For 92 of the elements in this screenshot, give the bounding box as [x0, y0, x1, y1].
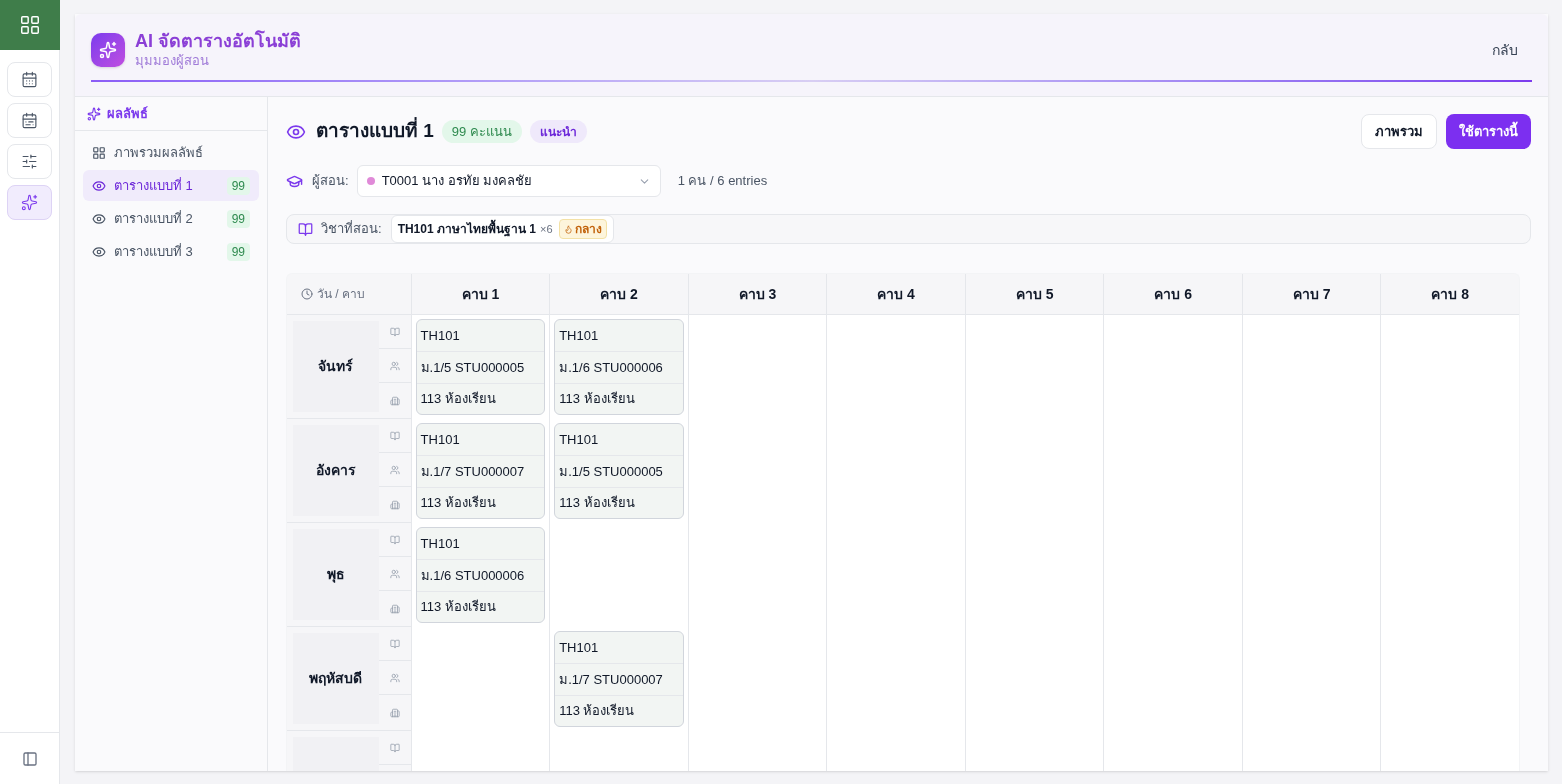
- book-icon: [389, 430, 400, 441]
- class-group: ม.1/6 STU000006: [555, 352, 683, 384]
- apps-button[interactable]: [0, 0, 60, 50]
- lesson-card[interactable]: TH101 ม.1/6 STU000006 113 ห้องเรียน: [415, 527, 546, 623]
- lesson-card[interactable]: TH101 ม.1/7 STU000007 113 ห้องเรียน: [415, 423, 546, 519]
- book-icon: [298, 221, 313, 237]
- period-header: คาบ 1: [410, 274, 550, 314]
- difficulty-tag: กลาง: [558, 219, 607, 239]
- rail-button[interactable]: [7, 185, 52, 220]
- score-badge: 99: [226, 209, 250, 228]
- overview-button[interactable]: ภาพรวม: [1361, 114, 1437, 149]
- clock-icon: [301, 288, 313, 300]
- day-label: พฤหัสบดี: [293, 633, 379, 724]
- building-icon: [389, 707, 400, 718]
- subject-code: TH101: [416, 528, 545, 560]
- lesson-card[interactable]: TH101 ม.1/5 STU000005 113 ห้องเรียน: [415, 319, 546, 415]
- class-group: ม.1/6 STU000006: [416, 560, 545, 592]
- app-subtitle: มุมมองผู้สอน: [135, 52, 210, 70]
- room-label: 113 ห้องเรียน: [419, 598, 497, 617]
- day-label: อังคาร: [293, 425, 379, 516]
- period-header: คาบ 6: [1103, 274, 1242, 314]
- room-label: 113 ห้องเรียน: [558, 390, 636, 409]
- flame-icon: [563, 224, 573, 234]
- sidebar-item[interactable]: ตารางแบบที่ 2 99: [83, 203, 259, 234]
- class-group: ม.1/5 STU000005: [416, 352, 545, 384]
- rail-button[interactable]: [7, 62, 52, 97]
- period-header: คาบ 3: [687, 274, 827, 314]
- lesson-card[interactable]: TH101 ม.1/7 STU000007 113 ห้องเรียน: [554, 631, 684, 727]
- sidebar-item[interactable]: ภาพรวมผลลัพธ์: [83, 137, 259, 168]
- day-label: พุธ: [293, 529, 379, 620]
- score-badge: 99 คะแนน: [441, 120, 522, 143]
- schedule-title: ตารางแบบที่ 1: [316, 117, 434, 146]
- score-badge: 99: [226, 176, 250, 195]
- book-icon: [389, 534, 400, 545]
- book-icon: [389, 638, 400, 649]
- subject-code: TH101: [416, 424, 545, 456]
- sparkles-logo-icon: [91, 33, 125, 67]
- sidebar-heading: ผลลัพธ์: [107, 104, 148, 123]
- app-title: AI จัดตารางอัตโนมัติ: [135, 30, 301, 52]
- building-icon: [389, 395, 400, 406]
- grid-icon: [18, 14, 41, 36]
- class-group: ม.1/7 STU000007: [555, 664, 683, 696]
- subject-code: TH101: [555, 424, 683, 456]
- grid-icon: [92, 145, 106, 160]
- sparkles-icon: [87, 106, 101, 121]
- eye-icon: [92, 244, 106, 259]
- book-icon: [389, 326, 400, 337]
- use-schedule-button[interactable]: ใช้ตารางนี้: [1446, 114, 1531, 149]
- subject-code: TH101: [555, 320, 683, 352]
- entries-count: 1 คน / 6 entries: [677, 172, 768, 191]
- room-label: 113 ห้องเรียน: [558, 702, 636, 721]
- period-header: คาบ 4: [826, 274, 965, 314]
- users-icon: [389, 568, 400, 579]
- period-header: คาบ 7: [1241, 274, 1381, 314]
- eye-icon: [92, 178, 106, 193]
- users-icon: [389, 360, 400, 371]
- sidebar-item[interactable]: ตารางแบบที่ 3 99: [83, 236, 259, 267]
- calendar-icon: [21, 112, 38, 129]
- subject-code: TH101: [416, 320, 545, 352]
- rail-button[interactable]: [7, 144, 52, 179]
- teacher-label: ผู้สอน:: [312, 172, 349, 191]
- room-label: 113 ห้องเรียน: [419, 390, 497, 409]
- sidebar-toggle-icon[interactable]: [21, 750, 38, 767]
- rail-button[interactable]: [7, 103, 52, 138]
- building-icon: [389, 499, 400, 510]
- room-label: 113 ห้องเรียน: [558, 494, 636, 513]
- eye-icon: [92, 211, 106, 226]
- users-icon: [389, 672, 400, 683]
- period-header: คาบ 8: [1380, 274, 1519, 314]
- class-group: ม.1/7 STU000007: [416, 456, 545, 488]
- building-icon: [389, 603, 400, 614]
- back-button[interactable]: กลับ: [1492, 39, 1518, 61]
- subject-chip: TH101 ภาษาไทยพื้นฐาน 1 ×6 กลาง: [390, 215, 614, 243]
- score-badge: 99: [226, 242, 250, 261]
- period-header: คาบ 5: [964, 274, 1104, 314]
- subject-code: TH101: [555, 632, 683, 664]
- room-label: 113 ห้องเรียน: [419, 494, 497, 513]
- day-label: จันทร์: [293, 321, 379, 412]
- calendar-icon: [21, 71, 38, 88]
- lesson-card[interactable]: TH101 ม.1/6 STU000006 113 ห้องเรียน: [554, 319, 684, 415]
- sparkles-icon: [21, 194, 38, 211]
- recommended-tag: แนะนำ: [529, 120, 587, 143]
- class-group: ม.1/5 STU000005: [555, 456, 683, 488]
- sidebar-item[interactable]: ตารางแบบที่ 1 99: [83, 170, 259, 201]
- teacher-select[interactable]: T0001 นาง อรทัย มงคลชัย: [356, 165, 661, 197]
- subjects-label: วิชาที่สอน:: [321, 219, 382, 239]
- lesson-card[interactable]: TH101 ม.1/5 STU000005 113 ห้องเรียน: [554, 423, 684, 519]
- book-icon: [389, 742, 400, 753]
- period-header: คาบ 2: [549, 274, 688, 314]
- sliders-icon: [21, 153, 38, 170]
- users-icon: [389, 464, 400, 475]
- corner-label: วัน / คาบ: [317, 286, 365, 303]
